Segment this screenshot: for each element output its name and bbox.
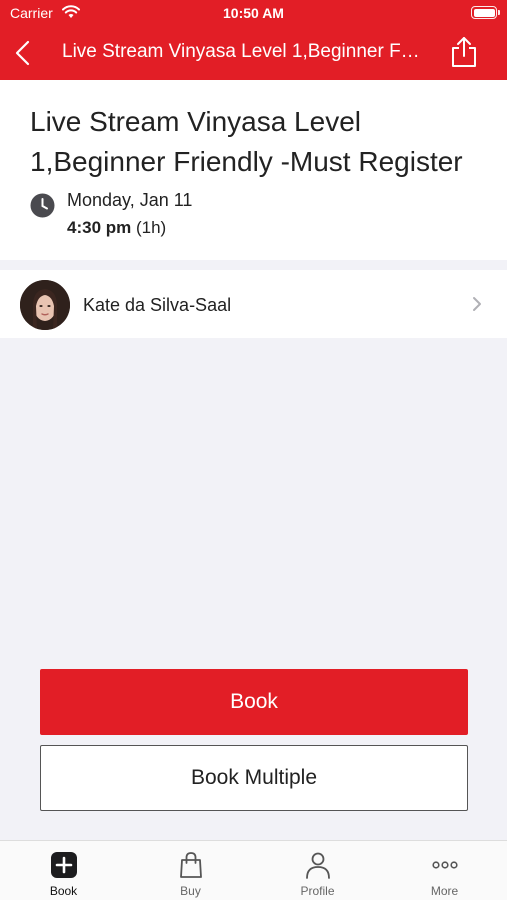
battery-icon [471, 6, 500, 19]
class-date: Monday, Jan 11 [67, 190, 193, 210]
avatar [20, 280, 70, 330]
class-title-line1: Live Stream Vinyasa Level [30, 106, 361, 137]
nav-bar: Live Stream Vinyasa Level 1,Beginner Fri… [0, 26, 507, 80]
tab-more[interactable]: More [381, 841, 507, 900]
plus-square-icon [50, 852, 77, 878]
chevron-right-icon [473, 297, 481, 311]
instructor-name: Kate da Silva-Saal [83, 295, 232, 315]
instructor-row[interactable]: Kate da Silva-Saal [0, 270, 507, 338]
share-icon[interactable] [449, 35, 479, 69]
tab-book[interactable]: Book [0, 841, 127, 900]
status-time: 10:50 AM [223, 5, 284, 21]
book-button[interactable]: Book [40, 669, 468, 735]
class-title: Live Stream Vinyasa Level 1,Beginner Fri… [30, 102, 480, 182]
class-title-line2: 1,Beginner Friendly -Must Register [30, 146, 463, 177]
tab-bar: Book Buy Profile More [0, 840, 507, 900]
nav-title: Live Stream Vinyasa Level 1,Beginner Fri… [62, 41, 421, 62]
tab-book-label: Book [49, 884, 78, 898]
status-bar: Carrier 10:50 AM [0, 0, 507, 26]
tab-buy[interactable]: Buy [127, 841, 254, 900]
class-header: Live Stream Vinyasa Level 1,Beginner Fri… [0, 80, 507, 260]
ellipsis-icon [431, 861, 458, 869]
class-time-block: 4:30 pm (1h) [67, 218, 166, 238]
back-chevron-icon[interactable] [10, 38, 38, 68]
class-duration: (1h) [135, 218, 167, 237]
tab-profile-label: Profile [300, 884, 335, 898]
class-time: 4:30 pm [67, 218, 132, 237]
person-icon [305, 852, 330, 879]
tab-buy-label: Buy [180, 884, 201, 898]
tab-more-label: More [430, 884, 459, 898]
tab-profile[interactable]: Profile [254, 841, 381, 900]
book-multiple-button[interactable]: Book Multiple [40, 745, 468, 811]
clock-icon [30, 193, 55, 218]
shopping-bag-icon [179, 852, 202, 878]
